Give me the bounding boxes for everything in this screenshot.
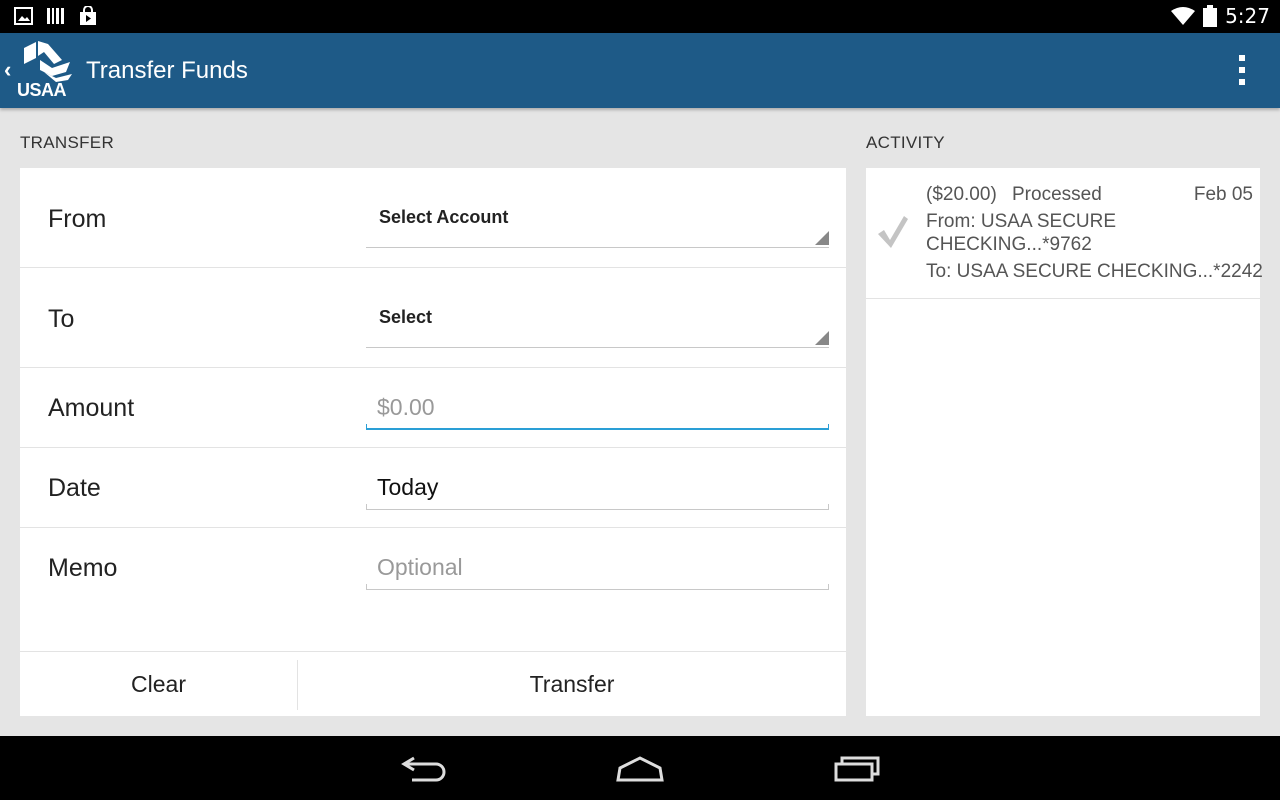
home-up-button[interactable]: ‹ USAA	[0, 33, 82, 108]
activity-item[interactable]: ($20.00) Processed Feb 05 From: USAA SEC…	[866, 168, 1263, 299]
activity-amount: ($20.00)	[926, 184, 997, 205]
memo-row: Memo Optional	[20, 528, 846, 608]
usaa-logo-text: USAA	[17, 80, 67, 100]
navigation-bar	[0, 736, 1280, 800]
dropdown-arrow-icon	[815, 331, 829, 345]
amount-placeholder: $0.00	[377, 394, 435, 420]
transfer-section-title: TRANSFER	[20, 133, 115, 152]
from-label: From	[48, 205, 107, 233]
date-label: Date	[48, 474, 101, 502]
activity-list: ($20.00) Processed Feb 05 From: USAA SEC…	[866, 168, 1263, 716]
activity-from-line1: From: USAA SECURE	[926, 211, 1117, 232]
to-account-value: Select	[379, 307, 433, 327]
checkmark-icon	[878, 216, 908, 248]
memo-input[interactable]: Optional	[366, 548, 829, 590]
from-account-value: Select Account	[379, 207, 509, 227]
back-icon[interactable]	[398, 750, 450, 786]
transfer-form: From Select Account To Select Amount $0.…	[20, 168, 846, 716]
battery-icon	[1203, 5, 1218, 27]
recent-apps-icon[interactable]	[830, 750, 882, 786]
to-account-spinner[interactable]: Select	[366, 290, 829, 348]
barcode-icon	[47, 8, 64, 24]
page-title: Transfer Funds	[86, 57, 248, 84]
date-picker[interactable]: Today	[366, 468, 829, 510]
activity-date: Feb 05	[1193, 184, 1253, 205]
activity-section-title: ACTIVITY	[866, 133, 945, 152]
dropdown-arrow-icon	[815, 231, 829, 245]
memo-placeholder: Optional	[377, 554, 463, 580]
wifi-icon	[1171, 7, 1196, 25]
activity-to-line: To: USAA SECURE CHECKING...*2242	[926, 261, 1263, 282]
home-icon[interactable]	[614, 750, 666, 786]
action-bar: ‹ USAA Transfer Funds	[0, 33, 1280, 108]
to-row: To Select	[20, 268, 846, 368]
shopping-bag-icon	[80, 6, 96, 25]
amount-input[interactable]: $0.00	[366, 388, 829, 430]
clear-button[interactable]: Clear	[20, 652, 297, 717]
chevron-left-icon: ‹	[4, 57, 12, 82]
date-value: Today	[377, 474, 439, 500]
amount-row: Amount $0.00	[20, 368, 846, 448]
memo-label: Memo	[48, 554, 118, 582]
transfer-button[interactable]: Transfer	[298, 652, 846, 717]
overflow-menu-icon[interactable]	[1236, 55, 1248, 85]
activity-from-line2: CHECKING...*9762	[926, 234, 1092, 255]
date-row: Date Today	[20, 448, 846, 528]
activity-status: Processed	[1012, 184, 1102, 205]
clock: 5:27	[1225, 4, 1270, 28]
from-row: From Select Account	[20, 168, 846, 268]
from-account-spinner[interactable]: Select Account	[366, 190, 829, 248]
button-bar: Clear Transfer	[20, 651, 846, 716]
picture-icon	[14, 7, 33, 25]
to-label: To	[48, 305, 75, 333]
amount-label: Amount	[48, 394, 135, 422]
status-bar: 5:27	[0, 0, 1280, 33]
